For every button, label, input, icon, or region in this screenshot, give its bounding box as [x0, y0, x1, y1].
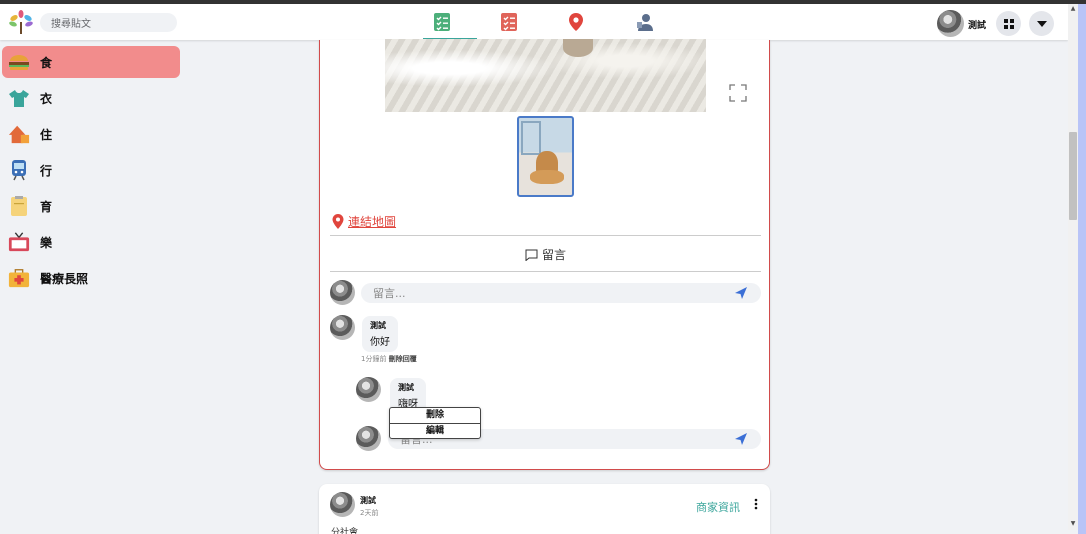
sidebar-item-label: 食: [40, 55, 53, 70]
reply-author[interactable]: 測試: [398, 382, 418, 393]
image-thumbnail[interactable]: [517, 116, 574, 197]
reply-input-avatar: [356, 426, 381, 451]
sidebar-item-label: 行: [40, 163, 53, 178]
search-input[interactable]: 搜尋貼文: [40, 13, 177, 32]
comment-button[interactable]: 留言: [320, 246, 771, 263]
sidebar-item-food[interactable]: 食: [2, 46, 180, 78]
map-pin-icon: [569, 13, 583, 31]
comment-input-placeholder: 留言...: [373, 287, 406, 300]
scrollbar-thumb[interactable]: [1069, 132, 1077, 220]
scroll-down-arrow-icon[interactable]: ▼: [1069, 520, 1077, 527]
more-options-icon[interactable]: [754, 498, 758, 510]
medical-kit-icon: [8, 267, 30, 289]
comment-bubble: 測試 你好: [362, 316, 398, 352]
tv-icon: [8, 231, 30, 253]
comment-button-label: 留言: [541, 248, 566, 262]
post-category-tag[interactable]: 商家資訊: [696, 499, 740, 515]
comment-text: 你好: [370, 337, 390, 348]
sidebar-item-housing[interactable]: 住: [2, 118, 180, 150]
apps-button[interactable]: [996, 11, 1021, 36]
sidebar-item-label: 醫療長照: [40, 271, 89, 286]
tshirt-icon: [8, 87, 30, 109]
map-pin-icon: [332, 214, 344, 229]
thumbnail-window: [521, 121, 541, 155]
reply-context-menu: 刪除 編輯: [389, 407, 481, 439]
map-link[interactable]: 連結地圖: [332, 213, 396, 230]
user-avatar[interactable]: [937, 10, 964, 37]
fullscreen-icon[interactable]: [729, 84, 747, 102]
hamburger-icon: [8, 51, 30, 73]
train-icon: [8, 159, 30, 181]
sidebar-item-label: 住: [40, 127, 53, 142]
post-card: 連結地圖 留言 留言... 測試 你好 1分鐘前 刪除回覆 測試 嗨呀 留言..…: [319, 39, 771, 470]
checklist-green-icon: [434, 13, 450, 31]
edit-menu-item[interactable]: 編輯: [390, 423, 480, 438]
checklist-red-icon: [501, 13, 517, 31]
commenter-avatar: [330, 280, 355, 305]
sidebar-item-label: 育: [40, 199, 53, 214]
comment-meta: 1分鐘前 刪除回覆: [361, 354, 417, 364]
post-time: 2天前: [360, 509, 379, 517]
grid-icon: [1003, 18, 1014, 29]
window-edge: [1078, 4, 1086, 534]
nav-list-icon[interactable]: [496, 9, 522, 35]
sidebar-item-medical[interactable]: 醫療長照: [2, 262, 180, 294]
nav-posts-icon[interactable]: [429, 9, 455, 35]
user-name[interactable]: 測試: [968, 18, 986, 31]
caret-down-icon: [1036, 20, 1047, 27]
search-placeholder: 搜尋貼文: [51, 19, 91, 30]
nav-map-icon[interactable]: [563, 9, 589, 35]
category-sidebar: 食 衣 住 行 育 樂 醫療長照: [2, 46, 180, 298]
divider: [330, 271, 761, 272]
post-main-image[interactable]: [385, 39, 706, 112]
sidebar-item-entertainment[interactable]: 樂: [2, 226, 180, 258]
user-silhouette-icon: [637, 14, 653, 31]
nav-profile-icon[interactable]: [632, 9, 658, 35]
comment-input[interactable]: 留言...: [361, 283, 761, 303]
thumbnail-dog-body: [530, 170, 564, 184]
send-icon[interactable]: [734, 432, 748, 446]
post-author-avatar[interactable]: [330, 492, 355, 517]
post-text: 分社會: [331, 528, 359, 534]
comment-time: 1分鐘前: [361, 355, 387, 363]
tree-logo-icon[interactable]: [8, 9, 34, 35]
comment-bubble-icon: [525, 249, 538, 261]
scroll-up-arrow-icon[interactable]: ▲: [1069, 5, 1077, 12]
house-icon: [8, 123, 30, 145]
account-menu-button[interactable]: [1029, 11, 1054, 36]
divider: [330, 235, 761, 236]
sidebar-item-clothing[interactable]: 衣: [2, 82, 180, 114]
send-icon[interactable]: [734, 286, 748, 300]
comment-author-avatar[interactable]: [330, 315, 355, 340]
top-navbar: 搜尋貼文 測試: [0, 4, 1068, 40]
notebook-icon: [8, 195, 30, 217]
sidebar-item-label: 衣: [40, 91, 53, 106]
delete-reply-link[interactable]: 刪除回覆: [389, 355, 417, 363]
post-author[interactable]: 測試: [360, 495, 376, 506]
delete-menu-item[interactable]: 刪除: [390, 408, 480, 423]
sidebar-item-transport[interactable]: 行: [2, 154, 180, 186]
sidebar-item-label: 樂: [40, 235, 53, 250]
comment-author[interactable]: 測試: [370, 320, 390, 331]
post-card: 測試 2天前 商家資訊 分社會: [319, 484, 770, 534]
map-link-label: 連結地圖: [348, 215, 397, 229]
reply-author-avatar[interactable]: [356, 377, 381, 402]
dog-figure: [563, 39, 593, 57]
sidebar-item-education[interactable]: 育: [2, 190, 180, 222]
page-scrollbar[interactable]: [1068, 4, 1078, 530]
